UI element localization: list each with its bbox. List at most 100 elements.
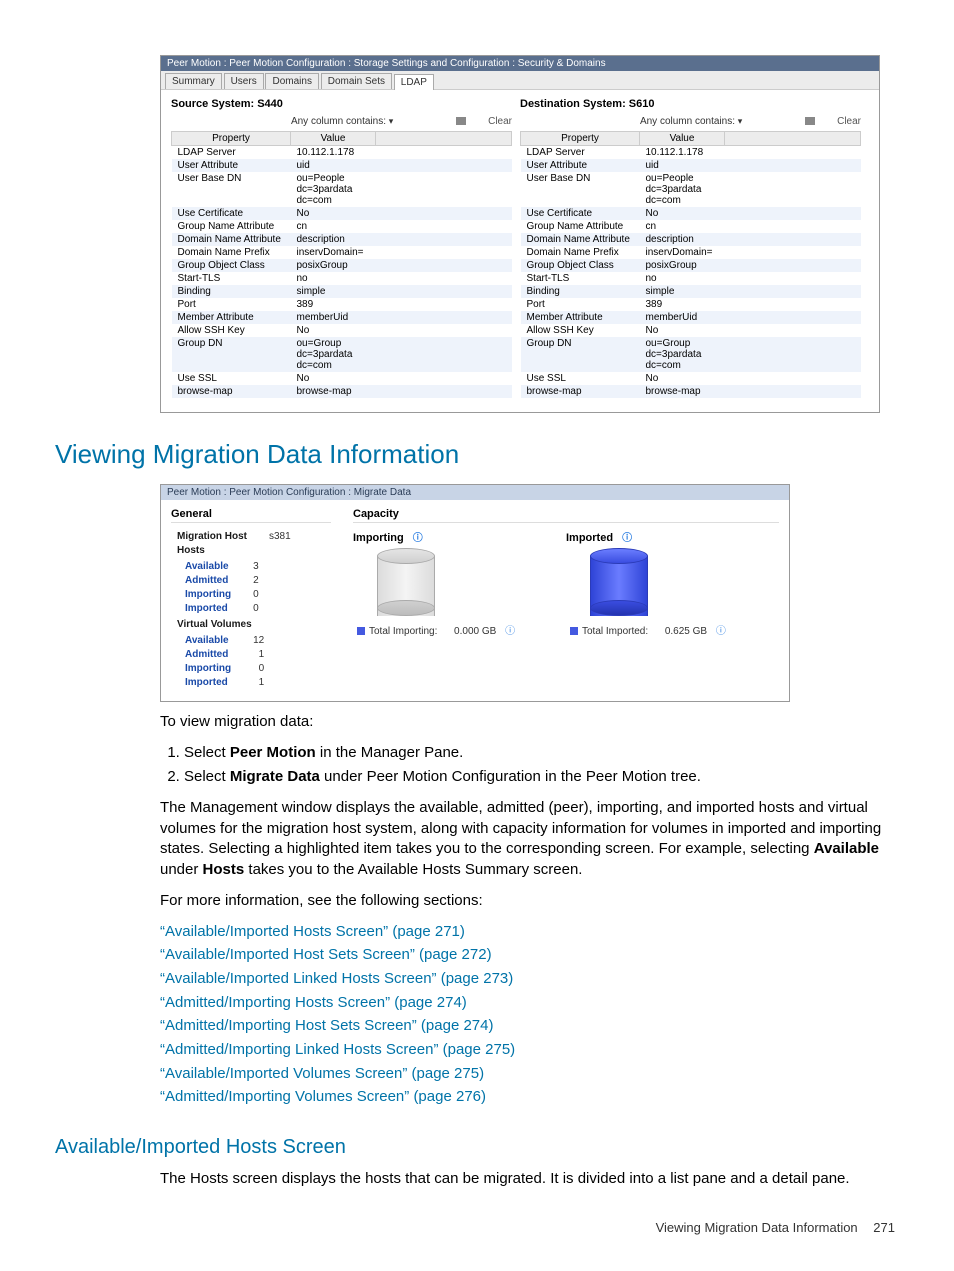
ldap-tabs: Summary Users Domains Domain Sets LDAP	[161, 71, 879, 90]
metric-label[interactable]: Admitted	[173, 575, 235, 587]
clear-button[interactable]: Clear	[837, 116, 861, 127]
section-heading: Viewing Migration Data Information	[55, 439, 899, 470]
desc-para: The Management window displays the avail…	[160, 798, 899, 881]
property-cell: LDAP Server	[172, 146, 291, 160]
value-cell: uid	[640, 159, 725, 172]
migration-breadcrumb: Peer Motion : Peer Motion Configuration …	[161, 485, 789, 500]
property-cell: Use Certificate	[521, 207, 640, 220]
property-cell: Use Certificate	[172, 207, 291, 220]
value-cell: cn	[640, 220, 725, 233]
tab-ldap[interactable]: LDAP	[394, 74, 434, 90]
table-row: browse-mapbrowse-map	[172, 385, 512, 398]
xref-link[interactable]: “Admitted/Importing Volumes Screen” (pag…	[160, 1087, 899, 1108]
value-cell: memberUid	[291, 311, 376, 324]
info-icon[interactable]: ⓘ	[716, 626, 726, 637]
table-row: browse-mapbrowse-map	[521, 385, 861, 398]
metric-label[interactable]: Available	[173, 635, 235, 647]
table-row: Use SSLNo	[521, 372, 861, 385]
property-cell: Domain Name Attribute	[172, 233, 291, 246]
tab-domains[interactable]: Domains	[265, 73, 318, 89]
col-value[interactable]: Value	[640, 132, 725, 146]
property-cell: Start-TLS	[521, 272, 640, 285]
table-row: Allow SSH KeyNo	[172, 324, 512, 337]
importing-chart: Importing ⓘ Total Importing: 0.000 GB ⓘ	[353, 529, 566, 637]
chevron-down-icon[interactable]: ▾	[738, 116, 743, 126]
property-cell: Group Name Attribute	[521, 220, 640, 233]
section2-body: The Hosts screen displays the hosts that…	[160, 1169, 899, 1190]
info-icon[interactable]: ⓘ	[622, 533, 632, 544]
footer-page: 271	[873, 1220, 895, 1235]
property-cell: Port	[521, 298, 640, 311]
property-cell: Domain Name Prefix	[521, 246, 640, 259]
xref-link[interactable]: “Admitted/Importing Hosts Screen” (page …	[160, 993, 899, 1014]
xref-link[interactable]: “Available/Imported Hosts Screen” (page …	[160, 922, 899, 943]
info-icon[interactable]: ⓘ	[413, 533, 423, 544]
tab-summary[interactable]: Summary	[165, 73, 222, 89]
print-icon[interactable]	[805, 117, 815, 125]
imported-legend: Total Imported:	[582, 626, 648, 637]
metric-label[interactable]: Available	[173, 561, 235, 573]
metric-value: 2	[237, 575, 263, 587]
general-head: General	[171, 508, 331, 523]
metric-value: 0	[237, 663, 268, 675]
col-property[interactable]: Property	[172, 132, 291, 146]
table-row: Bindingsimple	[521, 285, 861, 298]
metric-label[interactable]: Admitted	[173, 649, 235, 661]
property-cell: Allow SSH Key	[172, 324, 291, 337]
property-cell: User Attribute	[172, 159, 291, 172]
table-row: Domain Name PrefixinservDomain=	[172, 246, 512, 259]
tab-domain-sets[interactable]: Domain Sets	[321, 73, 392, 89]
value-cell: posixGroup	[640, 259, 725, 272]
col-value[interactable]: Value	[291, 132, 376, 146]
table-row: Port389	[172, 298, 512, 311]
value-cell: 389	[640, 298, 725, 311]
value-cell: No	[640, 207, 725, 220]
imported-value: 0.625 GB	[665, 626, 707, 637]
value-cell: no	[640, 272, 725, 285]
table-row: User Attributeuid	[521, 159, 861, 172]
table-row: Allow SSH KeyNo	[521, 324, 861, 337]
chevron-down-icon[interactable]: ▾	[389, 116, 394, 126]
metric-value: 1	[237, 649, 268, 661]
table-row: User Attributeuid	[172, 159, 512, 172]
table-row: Start-TLSno	[521, 272, 861, 285]
ldap-window: Peer Motion : Peer Motion Configuration …	[160, 55, 880, 413]
xref-link[interactable]: “Admitted/Importing Host Sets Screen” (p…	[160, 1016, 899, 1037]
xref-link[interactable]: “Admitted/Importing Linked Hosts Screen”…	[160, 1040, 899, 1061]
value-cell: No	[291, 372, 376, 385]
value-cell: ou=Peopledc=3pardatadc=com	[291, 172, 376, 207]
info-icon[interactable]: ⓘ	[505, 626, 515, 637]
metric-label[interactable]: Importing	[173, 663, 235, 675]
value-cell: description	[640, 233, 725, 246]
table-row: Group Name Attributecn	[172, 220, 512, 233]
importing-title: Importing	[353, 532, 404, 544]
property-cell: LDAP Server	[521, 146, 640, 160]
metric-value: 0	[237, 603, 263, 615]
value-cell: inservDomain=	[291, 246, 376, 259]
col-property[interactable]: Property	[521, 132, 640, 146]
table-row: Group DNou=Groupdc=3pardatadc=com	[521, 337, 861, 372]
capacity-head: Capacity	[353, 508, 779, 523]
imported-chart: Imported ⓘ Total Imported: 0.625 GB ⓘ	[566, 529, 779, 637]
value-cell: browse-map	[291, 385, 376, 398]
xref-link[interactable]: “Available/Imported Host Sets Screen” (p…	[160, 945, 899, 966]
property-cell: Port	[172, 298, 291, 311]
more-info-line: For more information, see the following …	[160, 891, 899, 912]
vv-head: Virtual Volumes	[173, 619, 256, 631]
property-cell: Member Attribute	[172, 311, 291, 324]
table-row: LDAP Server10.112.1.178	[172, 146, 512, 160]
xref-link[interactable]: “Available/Imported Linked Hosts Screen”…	[160, 969, 899, 990]
ldap-breadcrumb: Peer Motion : Peer Motion Configuration …	[161, 56, 879, 71]
steps-list: Select Peer Motion in the Manager Pane. …	[160, 743, 899, 788]
xref-link[interactable]: “Available/Imported Volumes Screen” (pag…	[160, 1064, 899, 1085]
subsection-heading: Available/Imported Hosts Screen	[55, 1136, 899, 1159]
table-row: LDAP Server10.112.1.178	[521, 146, 861, 160]
metric-label[interactable]: Imported	[173, 603, 235, 615]
print-icon[interactable]	[456, 117, 466, 125]
tab-users[interactable]: Users	[224, 73, 264, 89]
metric-label[interactable]: Imported	[173, 677, 235, 689]
table-row: Domain Name PrefixinservDomain=	[521, 246, 861, 259]
metric-label[interactable]: Importing	[173, 589, 235, 601]
clear-button[interactable]: Clear	[488, 116, 512, 127]
filter-label: Any column contains: ▾	[640, 116, 742, 127]
